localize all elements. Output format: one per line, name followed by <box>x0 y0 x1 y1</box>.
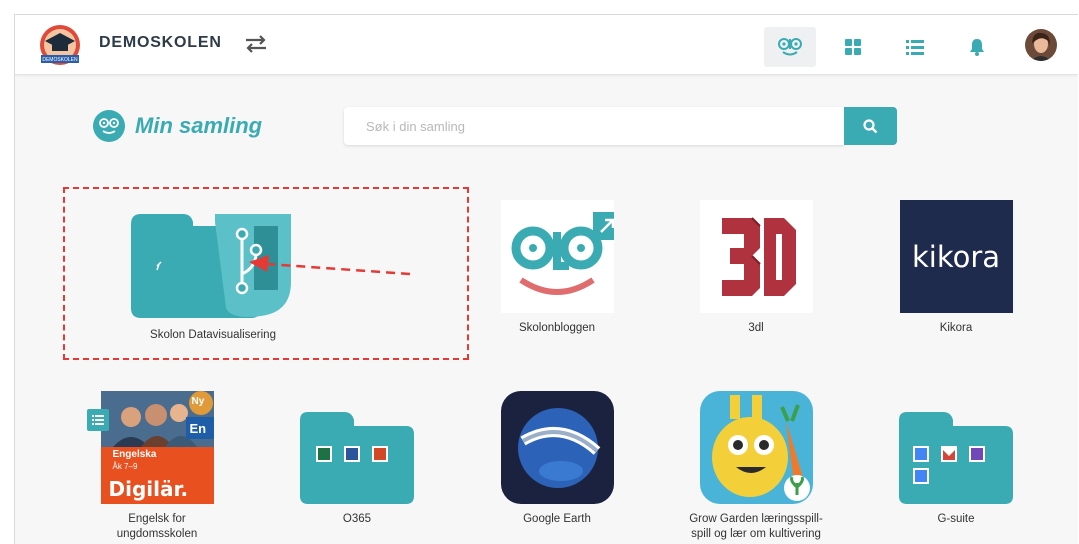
app-tile-gsuite[interactable]: G-suite <box>856 410 1056 527</box>
3d-icon <box>699 200 813 313</box>
app-tile-kikora[interactable]: kikora Kikora <box>856 200 1056 336</box>
app-tile-engelsk[interactable]: Ny En Engelska Åk 7–9 Digilär. Engelsk f… <box>57 391 257 542</box>
bell-icon[interactable] <box>951 27 1003 67</box>
app-label: 3dl <box>748 322 764 334</box>
page-title-group: Min samling <box>93 110 262 142</box>
school-logo[interactable]: DEMOSKOLEN <box>35 23 85 71</box>
office-folder-icon <box>300 410 414 504</box>
app-label: Google Earth <box>523 513 591 525</box>
switch-icon[interactable] <box>243 32 269 56</box>
skolon-face-icon[interactable] <box>764 27 816 67</box>
avatar[interactable] <box>1025 29 1057 61</box>
app-label: Grow Garden læringsspill- spill og lær o… <box>689 513 823 540</box>
app-tile-skolonbloggen[interactable]: Skolonbloggen <box>457 200 657 336</box>
lang-code: En <box>189 421 207 436</box>
search-icon <box>863 118 878 133</box>
kikora-wordmark: kikora <box>911 239 1001 274</box>
app-tile-grow-garden[interactable]: Grow Garden læringsspill- spill og lær o… <box>656 391 856 542</box>
top-header: DEMOSKOLEN DEMOSKOLEN <box>15 15 1078 75</box>
search-input[interactable] <box>344 107 844 145</box>
app-label: G-suite <box>937 513 975 525</box>
list-overlay-icon <box>86 409 109 431</box>
app-window: DEMOSKOLEN DEMOSKOLEN Min samling Søk i … <box>14 14 1078 544</box>
school-name: DEMOSKOLEN <box>99 34 222 51</box>
skolon-blog-icon <box>500 200 621 313</box>
skolon-face-icon <box>93 110 125 142</box>
grow-garden-icon <box>699 391 813 504</box>
gsuite-folder-icon <box>899 410 1013 504</box>
google-earth-icon <box>500 391 614 504</box>
new-badge: Ny <box>191 396 205 407</box>
app-tile-3dl[interactable]: 3dl <box>656 200 856 336</box>
kikora-icon: kikora <box>899 200 1013 313</box>
grade-range: Åk 7–9 <box>112 462 138 471</box>
search-button[interactable] <box>844 107 897 145</box>
subject-title: Engelska <box>112 449 157 460</box>
app-label: Engelsk for ungdomsskolen <box>116 513 198 540</box>
app-label: O365 <box>342 513 372 525</box>
svg-text:DEMOSKOLEN: DEMOSKOLEN <box>42 57 78 63</box>
brand-wordmark: Digilär. <box>108 477 189 501</box>
grid-icon[interactable] <box>827 27 879 67</box>
app-label: Skolonbloggen <box>518 322 596 334</box>
app-tile-google-earth[interactable]: Google Earth <box>457 391 657 527</box>
arrow-icon <box>249 255 411 276</box>
app-label: Kikora <box>939 322 973 334</box>
list-icon[interactable] <box>889 27 941 67</box>
page-title: Min samling <box>135 113 263 138</box>
digilar-english-icon: Ny En Engelska Åk 7–9 Digilär. <box>86 391 214 504</box>
app-tile-o365[interactable]: O365 <box>257 410 457 527</box>
